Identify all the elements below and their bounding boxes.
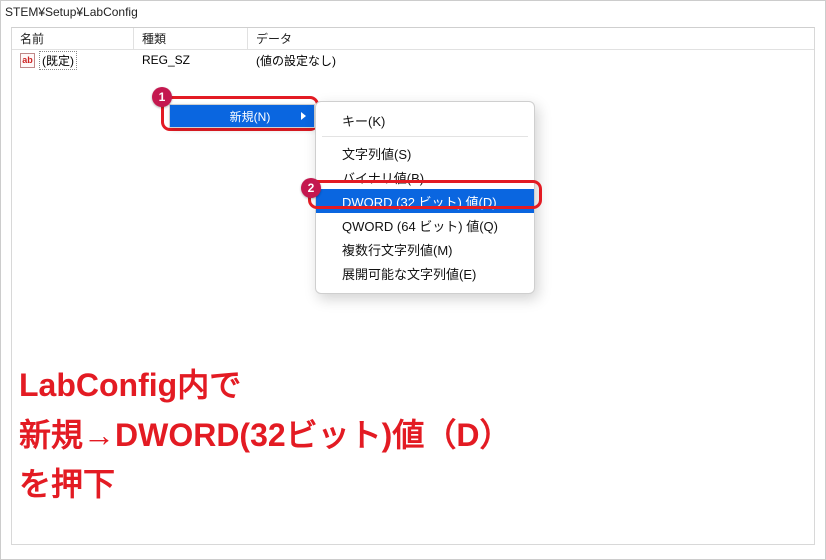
menu-separator — [322, 136, 528, 137]
col-header-data[interactable]: データ — [248, 28, 814, 49]
cell-type: REG_SZ — [134, 50, 248, 70]
submenu-item-qword[interactable]: QWORD (64 ビット) 値(Q) — [316, 213, 534, 237]
string-value-icon: ab — [20, 53, 35, 68]
value-name-label: (既定) — [39, 51, 77, 70]
submenu-item-string[interactable]: 文字列値(S) — [316, 141, 534, 165]
context-menu: 新規(N) — [169, 104, 315, 128]
instruction-caption: LabConfig内で 新規→DWORD(32ビット)値（D） を押下 — [19, 361, 815, 510]
submenu-item-key[interactable]: キー(K) — [316, 108, 534, 132]
col-header-type[interactable]: 種類 — [134, 28, 248, 49]
submenu-item-binary[interactable]: バイナリ値(B) — [316, 165, 534, 189]
cell-data: (値の設定なし) — [248, 50, 814, 70]
annotation-frame-1: 新規(N) — [161, 96, 319, 131]
annotation-badge-2: 2 — [301, 178, 321, 198]
menu-item-new[interactable]: 新規(N) — [170, 105, 314, 127]
submenu: キー(K) 文字列値(S) バイナリ値(B) DWORD (32 ビット) 値(… — [315, 101, 535, 294]
submenu-item-expandstring[interactable]: 展開可能な文字列値(E) — [316, 261, 534, 285]
submenu-item-multistring[interactable]: 複数行文字列値(M) — [316, 237, 534, 261]
table-row[interactable]: ab (既定) REG_SZ (値の設定なし) — [12, 50, 814, 70]
chevron-right-icon — [301, 112, 306, 120]
submenu-item-dword[interactable]: DWORD (32 ビット) 値(D) — [316, 189, 534, 213]
address-bar: STEM¥Setup¥LabConfig — [1, 1, 825, 23]
cell-name: ab (既定) — [12, 50, 134, 70]
column-header-row: 名前 種類 データ — [12, 28, 814, 50]
annotation-badge-1: 1 — [152, 87, 172, 107]
menu-item-label: 新規(N) — [230, 108, 271, 125]
col-header-name[interactable]: 名前 — [12, 28, 134, 49]
